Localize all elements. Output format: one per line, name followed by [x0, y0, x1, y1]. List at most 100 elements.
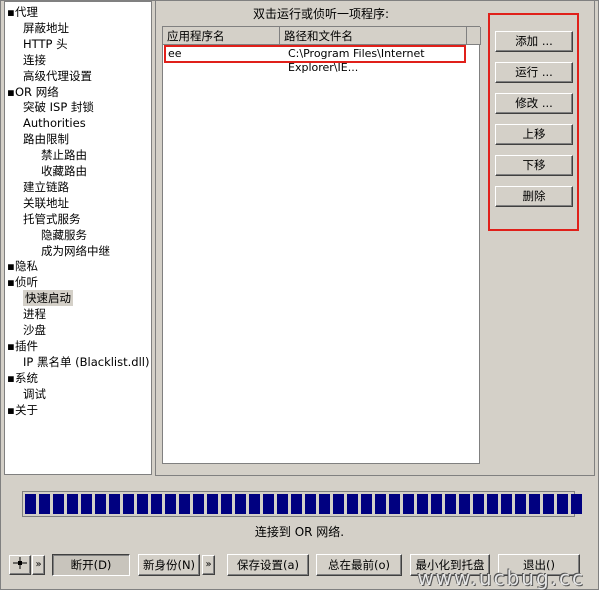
program-list[interactable]: 应用程序名 路径和文件名 ee C:\Program Files\Interne… — [162, 26, 481, 464]
tree-item[interactable]: 隐藏服务 — [41, 227, 87, 243]
tree-item-label: 屏蔽地址 — [23, 20, 69, 35]
new-identity-menu-button[interactable]: » — [202, 555, 215, 575]
progress-segment — [389, 494, 400, 514]
tree-item[interactable]: 突破 ISP 封锁 — [23, 99, 94, 115]
watermark: www.ucbug.cc — [417, 566, 585, 590]
tree-item[interactable]: ▪插件 — [7, 338, 38, 354]
network-icon-button[interactable] — [9, 555, 31, 575]
tree-item-label: Authorities — [23, 116, 86, 131]
tree-item-label: 关于 — [15, 402, 38, 417]
progress-segment — [501, 494, 512, 514]
list-item-app: ee — [168, 47, 182, 60]
progress-segment — [403, 494, 414, 514]
tree-item[interactable]: 成为网络中继 — [41, 243, 110, 259]
delete-button[interactable]: 删除 — [495, 186, 573, 207]
tree-item[interactable]: 高级代理设置 — [23, 68, 92, 84]
tree-item[interactable]: 屏蔽地址 — [23, 20, 69, 36]
progress-segment — [417, 494, 428, 514]
progress-segment — [305, 494, 316, 514]
tree-item[interactable]: 路由限制 — [23, 131, 69, 147]
tree-item-label: HTTP 头 — [23, 36, 68, 51]
progress-segment — [263, 494, 274, 514]
tree-item-label: IP 黑名单 (Blacklist.dll) — [23, 354, 150, 369]
tree-item-label: 系统 — [15, 370, 38, 385]
list-item[interactable]: ee C:\Program Files\Internet Explorer\IE… — [164, 45, 466, 74]
progress-segment — [375, 494, 386, 514]
progress-segment — [53, 494, 64, 514]
progress-segment — [123, 494, 134, 514]
tree-item[interactable]: 建立链路 — [23, 179, 69, 195]
tree-item[interactable]: 调试 — [23, 386, 46, 402]
tree-item[interactable]: IP 黑名单 (Blacklist.dll) — [23, 354, 149, 370]
tree-item[interactable]: 连接 — [23, 52, 46, 68]
panel-caption: 双击运行或侦听一项程序: — [252, 7, 390, 21]
tree-item-label: 进程 — [23, 307, 46, 322]
tree-item-label: OR 网络 — [15, 84, 59, 99]
progress-segment — [165, 494, 176, 514]
progress-segment — [431, 494, 442, 514]
add-button[interactable]: 添加 ... — [495, 31, 573, 52]
tree-item[interactable]: ▪关于 — [7, 402, 38, 418]
tree-item[interactable]: HTTP 头 — [23, 36, 68, 52]
tree-item[interactable]: 禁止路由 — [41, 147, 87, 163]
navigation-tree: ▪代理 屏蔽地址 HTTP 头连接 高级代理设置 ▪OR 网络 突破 ISP 封锁 Auth… — [4, 1, 152, 475]
progress-segment — [235, 494, 246, 514]
progress-segment — [151, 494, 162, 514]
edit-button[interactable]: 修改 ... — [495, 93, 573, 114]
column-header-path[interactable]: 路径和文件名 — [280, 27, 467, 45]
column-header-app[interactable]: 应用程序名 — [163, 27, 280, 45]
progress-segment — [515, 494, 526, 514]
tree-item-label: 隐私 — [15, 259, 38, 274]
always-on-top-button[interactable]: 总在最前(o) — [316, 554, 402, 576]
progress-segment — [319, 494, 330, 514]
tree-item[interactable]: 进程 — [23, 306, 46, 322]
progress-segment — [95, 494, 106, 514]
tree-bullet-icon: ▪ — [7, 259, 15, 274]
tree-item-label: 突破 ISP 封锁 — [23, 100, 94, 115]
progress-segment — [179, 494, 190, 514]
tree-bullet-icon: ▪ — [7, 5, 15, 19]
connection-progress — [22, 491, 582, 517]
tree-bullet-icon: ▪ — [7, 84, 15, 99]
column-header-filler — [467, 27, 481, 45]
progress-segment — [459, 494, 470, 514]
tree-item-label: 建立链路 — [23, 179, 69, 194]
tree-item-label: 禁止路由 — [41, 148, 87, 163]
run-button[interactable]: 运行 ... — [495, 62, 573, 83]
tree-item[interactable]: 快速启动 — [23, 290, 73, 307]
tree-item[interactable]: ▪隐私 — [7, 258, 38, 274]
tree-item[interactable]: ▪OR 网络 — [7, 84, 59, 100]
tree-item-label: 成为网络中继 — [41, 243, 110, 258]
network-icon — [13, 557, 27, 569]
tree-bullet-icon: ▪ — [7, 338, 15, 353]
tree-item[interactable]: 关联地址 — [23, 195, 69, 211]
progress-bar — [25, 494, 582, 514]
progress-segment — [277, 494, 288, 514]
progress-segment — [557, 494, 568, 514]
tree-item-label: 路由限制 — [23, 132, 69, 147]
progress-segment — [291, 494, 302, 514]
progress-segment — [473, 494, 484, 514]
tree-bullet-icon: ▪ — [7, 370, 15, 385]
disconnect-button[interactable]: 断开(D) — [52, 554, 130, 576]
tree-item[interactable]: Authorities — [23, 115, 86, 131]
expand-nav-button[interactable]: » — [32, 555, 45, 575]
tree-item-label: 插件 — [15, 338, 38, 353]
move-up-button[interactable]: 上移 — [495, 124, 573, 145]
tree-item[interactable]: 收藏路由 — [41, 163, 87, 179]
progress-segment — [193, 494, 204, 514]
save-settings-button[interactable]: 保存设置(a) — [227, 554, 309, 576]
progress-segment — [445, 494, 456, 514]
move-down-button[interactable]: 下移 — [495, 155, 573, 176]
tree-item[interactable]: ▪代理 — [7, 4, 38, 20]
tree-item[interactable]: 沙盘 — [23, 322, 46, 338]
progress-segment — [333, 494, 344, 514]
new-identity-button[interactable]: 新身份(N) — [138, 554, 200, 576]
tree-bullet-icon: ▪ — [7, 275, 15, 290]
tree-item-label: 快速启动 — [25, 291, 71, 306]
tree-bullet-icon: ▪ — [7, 402, 15, 417]
progress-segment — [487, 494, 498, 514]
tree-item[interactable]: ▪侦听 — [7, 274, 38, 290]
tree-item[interactable]: 托管式服务 — [23, 211, 81, 227]
tree-item[interactable]: ▪系统 — [7, 370, 38, 386]
